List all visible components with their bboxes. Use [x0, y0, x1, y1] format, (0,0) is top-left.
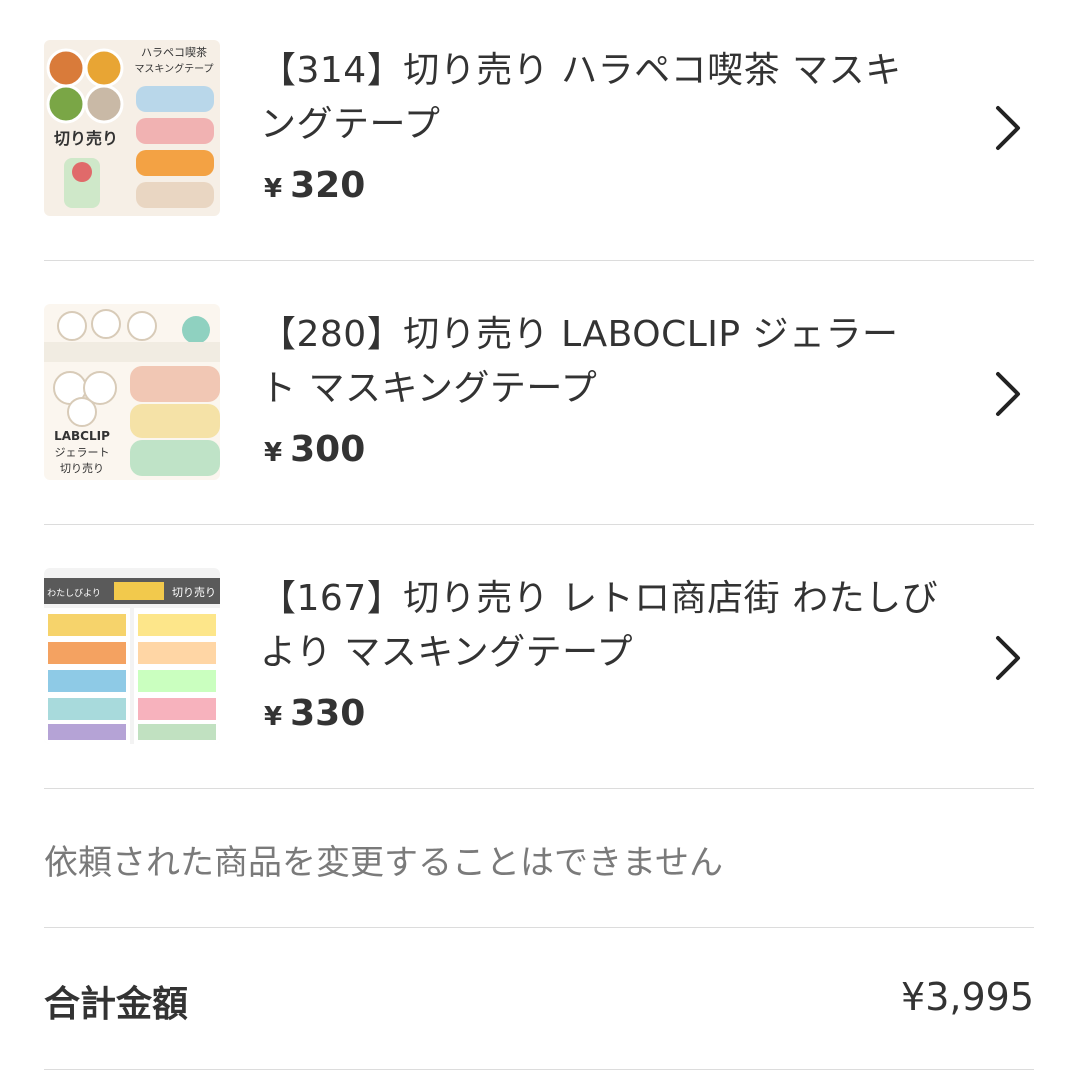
product-thumbnail: LABCLIP ジェラート 切り売り — [44, 304, 220, 480]
thumb-text: ハラペコ喫茶 — [141, 46, 207, 59]
thumb-text: ジェラート — [55, 446, 110, 459]
thumb-text: マスキングテープ — [134, 62, 213, 75]
chevron-right-icon[interactable] — [988, 370, 1028, 418]
divider — [44, 524, 1034, 525]
price-value: 300 — [290, 429, 366, 470]
order-item[interactable]: 切り売り わたしびより 【167】切り売り レトロ商店街 わたしび より マスキ… — [44, 528, 1034, 792]
thumb-text: 切り売り — [172, 586, 216, 599]
price-value: 320 — [290, 165, 366, 206]
item-title-line: ングテープ — [260, 104, 441, 145]
product-thumbnail: 切り売り わたしびより — [44, 568, 220, 744]
currency-symbol: ¥ — [264, 174, 283, 204]
item-price: ¥300 — [264, 429, 365, 470]
item-title-line: 【280】切り売り LABOCLIP ジェラー — [260, 314, 899, 355]
item-title-line: ト マスキングテープ — [260, 368, 598, 409]
product-thumbnail: ハラペコ喫茶 マスキングテープ 切り売り — [44, 40, 220, 216]
item-title-line: より マスキングテープ — [260, 632, 633, 673]
notice-text: 依頼された商品を変更することはできません — [44, 843, 723, 883]
divider — [44, 927, 1034, 928]
thumb-text: わたしびより — [47, 588, 101, 599]
divider — [44, 788, 1034, 789]
chevron-right-icon[interactable] — [988, 104, 1028, 152]
currency-symbol: ¥ — [264, 438, 283, 468]
divider — [44, 1069, 1034, 1070]
chevron-right-icon[interactable] — [988, 634, 1028, 682]
item-title: 【280】切り売り LABOCLIP ジェラー ト マスキングテープ — [260, 308, 960, 416]
item-title: 【167】切り売り レトロ商店街 わたしび より マスキングテープ — [260, 572, 960, 680]
order-summary: ハラペコ喫茶 マスキングテープ 切り売り 【314】切り売り ハラペコ喫茶 マス… — [0, 0, 1079, 1080]
thumb-text: 切り売り — [60, 462, 104, 475]
price-value: 330 — [290, 693, 366, 734]
thumb-text: 切り売り — [54, 129, 118, 148]
divider — [44, 260, 1034, 261]
order-item[interactable]: LABCLIP ジェラート 切り売り 【280】切り売り LABOCLIP ジェ… — [44, 264, 1034, 528]
item-price: ¥330 — [264, 693, 365, 734]
item-title-line: 【314】切り売り ハラペコ喫茶 マスキ — [260, 50, 902, 91]
total-value: ¥3,995 — [901, 975, 1034, 1019]
total-label: 合計金額 — [44, 984, 189, 1025]
order-item[interactable]: ハラペコ喫茶 マスキングテープ 切り売り 【314】切り売り ハラペコ喫茶 マス… — [44, 0, 1034, 264]
item-title: 【314】切り売り ハラペコ喫茶 マスキ ングテープ — [260, 44, 960, 152]
item-price: ¥320 — [264, 165, 365, 206]
item-title-line: 【167】切り売り レトロ商店街 わたしび — [260, 578, 939, 619]
currency-symbol: ¥ — [264, 702, 283, 732]
thumb-text: LABCLIP — [54, 429, 110, 443]
